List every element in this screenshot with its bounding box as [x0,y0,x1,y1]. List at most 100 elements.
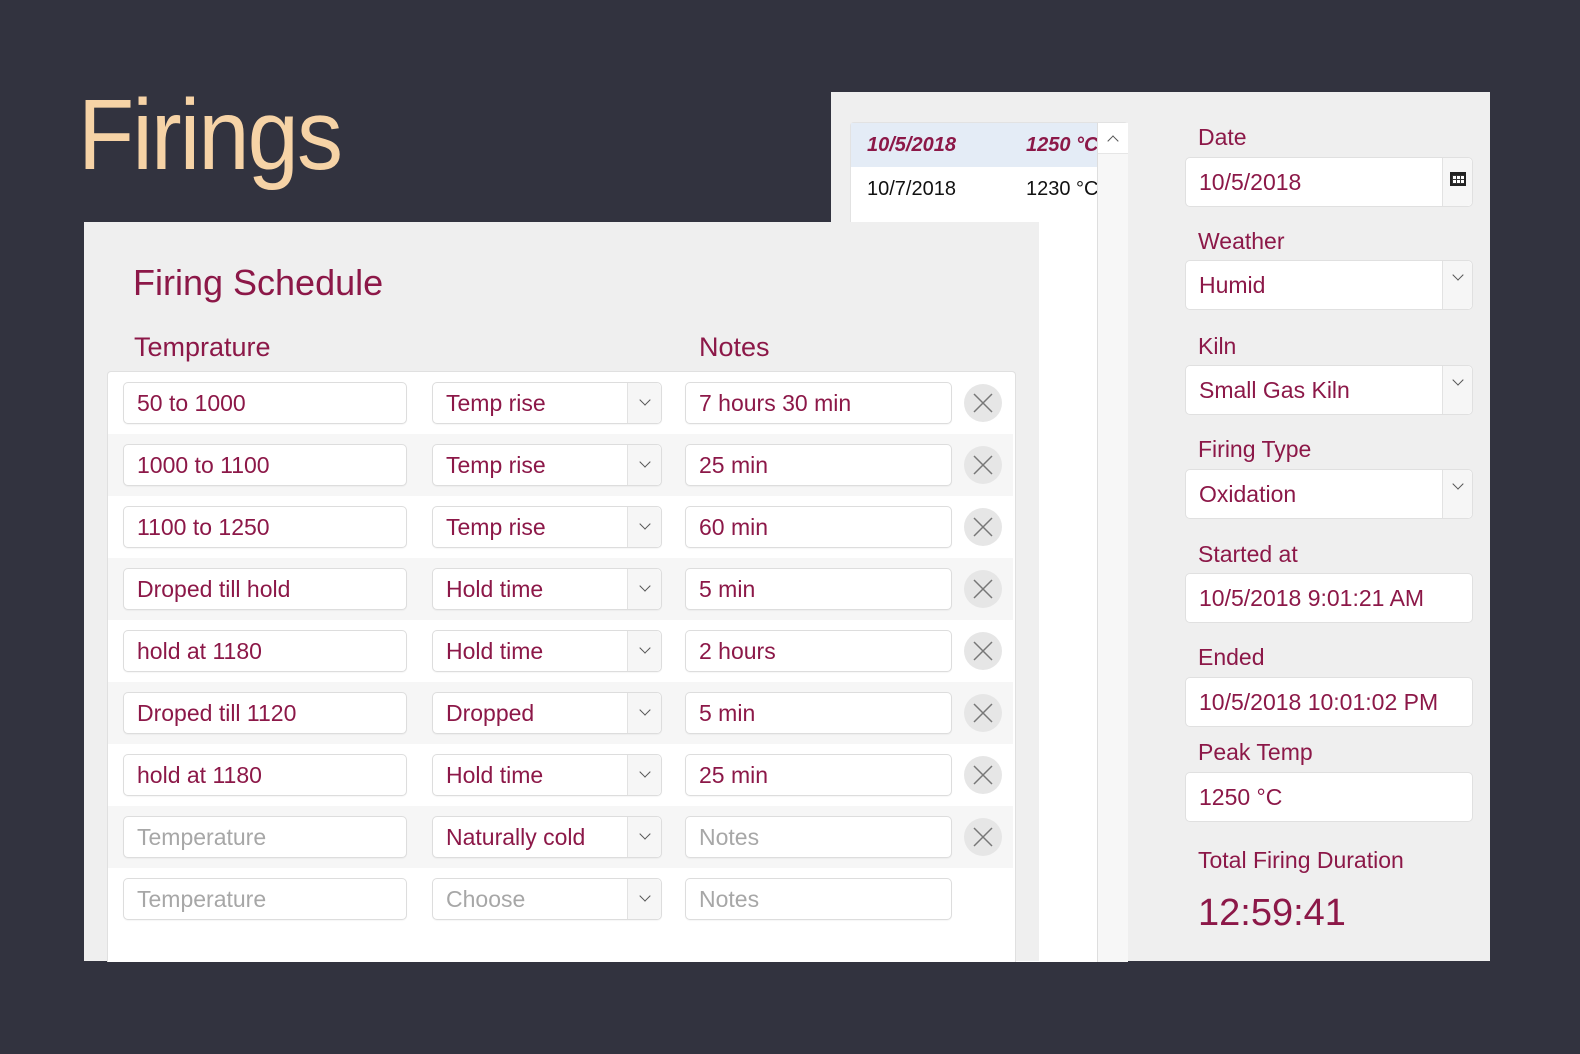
notes-input[interactable]: 7 hours 30 min [685,382,952,424]
scroll-up-button[interactable] [1098,123,1128,154]
notes-input[interactable]: 25 min [685,754,952,796]
step-type-value: Dropped [446,699,535,726]
kiln-value: Small Gas Kiln [1199,376,1350,403]
temperature-input[interactable]: Droped till 1120 [123,692,407,734]
temperature-value: Droped till 1120 [137,699,297,726]
chevron-down-icon [638,642,651,654]
ended-value: 10/5/2018 10:01:02 PM [1199,688,1439,715]
notes-input[interactable]: Notes [685,816,952,858]
temperature-input[interactable]: Temperature [123,816,407,858]
step-type-select[interactable]: Choose [432,878,662,920]
kiln-dropdown-toggle[interactable] [1442,366,1472,414]
schedule-row: hold at 1180 Hold time 2 hours [108,620,1013,682]
temperature-value: Droped till hold [137,575,291,602]
remove-row-button[interactable] [964,818,1002,856]
notes-input[interactable]: 25 min [685,444,952,486]
temperature-input[interactable]: Temperature [123,878,407,920]
step-type-value: Temp rise [446,513,546,540]
step-type-select[interactable]: Temp rise [432,444,662,486]
step-type-select[interactable]: Naturally cold [432,816,662,858]
remove-row-button[interactable] [964,756,1002,794]
notes-value: 7 hours 30 min [699,389,852,416]
date-label: Date [1198,124,1247,150]
close-icon [973,765,993,785]
chevron-down-icon [638,456,651,468]
firing-type-label: Firing Type [1198,436,1312,462]
step-type-dropdown-toggle[interactable] [627,879,661,919]
step-type-dropdown-toggle[interactable] [627,569,661,609]
notes-value: Notes [699,885,760,912]
kiln-label: Kiln [1198,333,1237,359]
step-type-select[interactable]: Dropped [432,692,662,734]
close-icon [973,579,993,599]
notes-input[interactable]: 2 hours [685,630,952,672]
temperature-input[interactable]: 50 to 1000 [123,382,407,424]
firing-type-dropdown-toggle[interactable] [1442,470,1472,518]
firings-list-item[interactable]: 10/5/2018 1250 °C [851,123,1128,167]
schedule-row: 1000 to 1100 Temp rise 25 min [108,434,1013,496]
close-icon [973,455,993,475]
temperature-input[interactable]: 1100 to 1250 [123,506,407,548]
list-scrollbar[interactable] [1097,123,1128,962]
step-type-dropdown-toggle[interactable] [627,631,661,671]
notes-input[interactable]: 60 min [685,506,952,548]
firings-list-item[interactable]: 10/7/2018 1230 °C [851,167,1128,211]
notes-input[interactable]: Notes [685,878,952,920]
step-type-value: Hold time [446,575,544,602]
notes-input[interactable]: 5 min [685,692,952,734]
weather-dropdown-toggle[interactable] [1442,261,1472,309]
date-field[interactable]: 10/5/2018 [1185,157,1473,207]
remove-row-button[interactable] [964,384,1002,422]
chevron-down-icon [638,580,651,592]
step-type-value: Naturally cold [446,823,586,850]
temperature-value: 1000 to 1100 [137,451,270,478]
temperature-input[interactable]: Droped till hold [123,568,407,610]
remove-row-button[interactable] [964,446,1002,484]
firing-type-select[interactable]: Oxidation [1185,469,1473,519]
notes-value: 25 min [699,451,769,478]
step-type-select[interactable]: Hold time [432,630,662,672]
step-type-value: Choose [446,885,526,912]
notes-value: 25 min [699,761,769,788]
chevron-down-icon [638,518,651,530]
chevron-up-icon [1107,135,1119,147]
temperature-input[interactable]: hold at 1180 [123,630,407,672]
remove-row-button[interactable] [964,632,1002,670]
weather-select[interactable]: Humid [1185,260,1473,310]
temperature-input[interactable]: 1000 to 1100 [123,444,407,486]
remove-row-button[interactable] [964,570,1002,608]
chevron-down-icon [638,890,651,902]
date-value: 10/5/2018 [1199,168,1302,195]
step-type-select[interactable]: Hold time [432,754,662,796]
step-type-dropdown-toggle[interactable] [627,693,661,733]
total-duration-value: 12:59:41 [1198,892,1346,934]
ended-field[interactable]: 10/5/2018 10:01:02 PM [1185,677,1473,727]
step-type-select[interactable]: Hold time [432,568,662,610]
step-type-dropdown-toggle[interactable] [627,445,661,485]
step-type-dropdown-toggle[interactable] [627,817,661,857]
chevron-down-icon [1451,374,1464,386]
close-icon [973,703,993,723]
notes-input[interactable]: 5 min [685,568,952,610]
weather-label: Weather [1198,228,1285,254]
date-picker-button[interactable] [1442,158,1472,206]
temperature-input[interactable]: hold at 1180 [123,754,407,796]
step-type-select[interactable]: Temp rise [432,506,662,548]
started-at-field[interactable]: 10/5/2018 9:01:21 AM [1185,573,1473,623]
remove-row-button[interactable] [964,508,1002,546]
step-type-select[interactable]: Temp rise [432,382,662,424]
step-type-dropdown-toggle[interactable] [627,383,661,423]
remove-row-button[interactable] [964,694,1002,732]
step-type-value: Hold time [446,637,544,664]
step-type-dropdown-toggle[interactable] [627,755,661,795]
chevron-down-icon [638,828,651,840]
schedule-row: Droped till hold Hold time 5 min [108,558,1013,620]
ended-label: Ended [1198,644,1265,670]
started-at-label: Started at [1198,541,1298,567]
firing-peak-temp: 1250 °C [1026,133,1099,156]
peak-temp-field[interactable]: 1250 °C [1185,772,1473,822]
peak-temp-label: Peak Temp [1198,739,1313,765]
kiln-select[interactable]: Small Gas Kiln [1185,365,1473,415]
step-type-dropdown-toggle[interactable] [627,507,661,547]
temperature-value: Temperature [137,823,267,850]
